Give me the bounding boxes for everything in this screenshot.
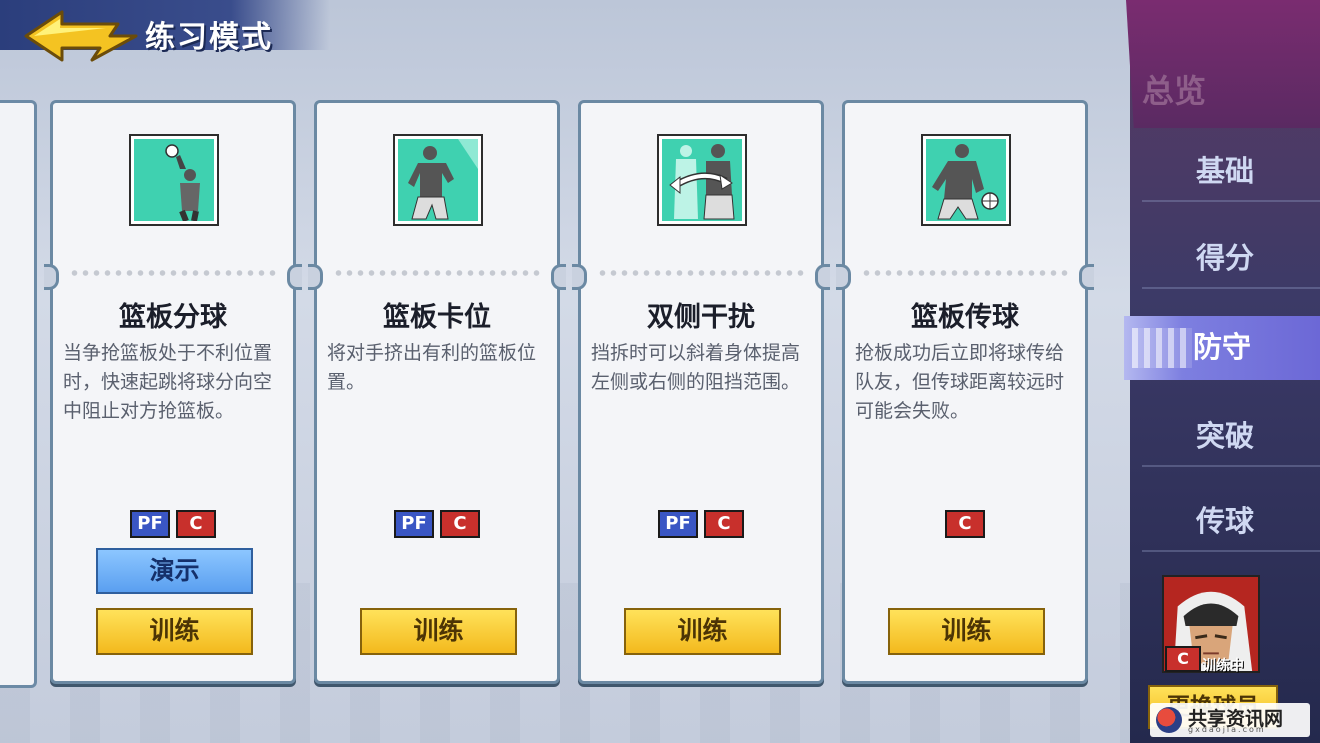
skill-name: 篮板分球 (119, 302, 227, 333)
divider-dots (861, 269, 1069, 277)
card-notch (836, 264, 851, 290)
sidebar-item-scoring[interactable]: 得分 (1130, 227, 1320, 289)
divider-dots (69, 269, 277, 277)
divider (1142, 465, 1320, 467)
position-badge-pf: PF (658, 510, 698, 538)
divider (1142, 287, 1320, 289)
page-title: 练习模式 (145, 20, 273, 55)
skill-card: 篮板卡位 将对手挤出有利的篮板位置。 PF C 训练 (308, 100, 566, 684)
sidebar-item-defense[interactable]: 防守 (1124, 316, 1320, 380)
skill-name: 篮板卡位 (383, 302, 491, 333)
position-badge-c: C (440, 510, 480, 538)
selection-highlight (1132, 328, 1192, 368)
card-notch (551, 264, 566, 290)
skill-description: 将对手挤出有利的篮板位置。 (327, 342, 537, 393)
skill-card: 双侧干扰 挡拆时可以斜着身体提高左侧或右侧的阻挡范围。 PF C 训练 (572, 100, 830, 684)
demo-button[interactable]: 演示 (96, 548, 253, 594)
divider-dots (597, 269, 805, 277)
position-badges: PF C (317, 510, 557, 538)
train-button[interactable]: 训练 (360, 608, 517, 655)
train-button[interactable]: 训练 (624, 608, 781, 655)
position-badges: PF C (581, 510, 821, 538)
watermark-subtext: gxdaojia.com (1188, 725, 1266, 734)
skill-description: 当争抢篮板处于不利位置时，快速起跳将球分向空中阻止对方抢篮板。 (63, 342, 273, 422)
rebound-pass-icon (926, 139, 1006, 221)
skill-icon-frame (921, 134, 1011, 226)
position-badge-pf: PF (394, 510, 434, 538)
skill-description: 挡拆时可以斜着身体提高左侧或右侧的阻挡范围。 (591, 342, 801, 393)
sidebar-item-basic[interactable]: 基础 (1130, 140, 1320, 202)
watermark-logo-icon (1156, 707, 1182, 733)
sidebar-overview-label: 总览 (1142, 72, 1207, 110)
skill-description: 抢板成功后立即将球传给队友，但传球距离较远时可能会失败。 (855, 342, 1065, 422)
sidebar-item-label: 突破 (1195, 419, 1254, 453)
sidebar-item-passing[interactable]: 传球 (1130, 490, 1320, 552)
back-arrow-icon[interactable] (22, 8, 140, 64)
card-notch (308, 264, 323, 290)
position-badges: PF C (53, 510, 293, 538)
card-notch (287, 264, 302, 290)
category-sidebar: 总览 基础 得分 防守 突破 传球 C 训练中 更换球员 (1124, 0, 1320, 743)
sidebar-item-breakthrough[interactable]: 突破 (1130, 405, 1320, 467)
skill-icon-frame (393, 134, 483, 226)
side-block-icon (662, 139, 742, 221)
skill-card: 篮板分球 当争抢篮板处于不利位置时，快速起跳将球分向空中阻止对方抢篮板。 PF C… (44, 100, 302, 684)
skill-icon-frame (129, 134, 219, 226)
player-status: 训练中 (1202, 658, 1244, 674)
card-notch (815, 264, 830, 290)
position-badge-c: C (704, 510, 744, 538)
sidebar-item-label: 传球 (1195, 504, 1254, 538)
train-button[interactable]: 训练 (888, 608, 1045, 655)
card-partial-left (0, 100, 37, 688)
divider (1142, 550, 1320, 552)
divider-dots (333, 269, 541, 277)
skill-name: 双侧干扰 (647, 302, 755, 333)
position-badge-pf: PF (130, 510, 170, 538)
card-notch (572, 264, 587, 290)
tip-ball-icon (134, 139, 214, 221)
skill-card: 篮板传球 抢板成功后立即将球传给队友，但传球距离较远时可能会失败。 C 训练 (836, 100, 1094, 684)
sidebar-item-label: 得分 (1195, 241, 1254, 275)
position-badges: C (845, 510, 1085, 538)
card-notch (1079, 264, 1094, 290)
watermark: 共享资讯网 gxdaojia.com (1150, 703, 1310, 737)
train-button[interactable]: 训练 (96, 608, 253, 655)
sidebar-item-label: 基础 (1195, 154, 1254, 188)
sidebar-item-label: 防守 (1192, 330, 1251, 364)
divider (1142, 200, 1320, 202)
player-position-badge: C (1165, 646, 1201, 672)
box-out-icon (398, 139, 478, 221)
position-badge-c: C (176, 510, 216, 538)
position-badge-c: C (945, 510, 985, 538)
skill-name: 篮板传球 (911, 302, 1019, 333)
skill-icon-frame (657, 134, 747, 226)
card-notch (44, 264, 59, 290)
